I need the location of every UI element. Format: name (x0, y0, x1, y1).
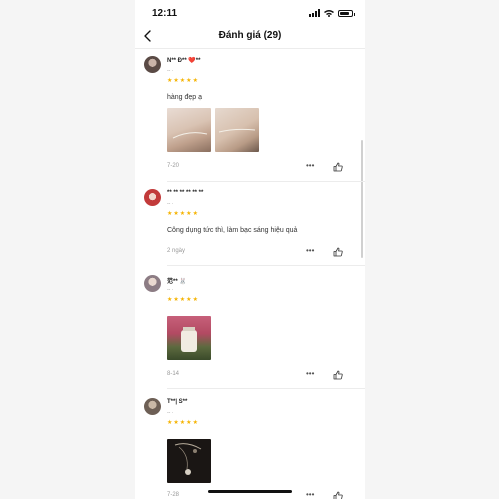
star-icon: ★ (167, 211, 173, 217)
status-time: 12:11 (152, 8, 178, 19)
review-date: 7-20 (167, 163, 180, 169)
review-date: 8-14 (167, 371, 180, 377)
star-icon: ★ (192, 78, 198, 84)
review-photo[interactable] (167, 316, 211, 360)
star-icon: ★ (192, 211, 198, 217)
more-options-button[interactable]: ••• (306, 369, 314, 378)
review-photo[interactable] (167, 108, 211, 152)
thumbs-up-icon[interactable] (333, 162, 343, 172)
rating-stars: ★ ★ ★ ★ ★ (167, 78, 198, 84)
star-icon: ★ (173, 420, 179, 426)
review-text: Công dụng tức thì, làm bạc sáng hiệu quả (167, 227, 298, 234)
reviewer-name: 范** 🐰 (167, 279, 187, 285)
star-icon: ★ (173, 211, 179, 217)
rating-stars: ★ ★ ★ ★ ★ (167, 211, 198, 217)
thumbs-up-icon[interactable] (333, 370, 343, 380)
avatar (144, 189, 161, 206)
reviewer-name: N** Đ** ❤️** (167, 58, 201, 64)
star-icon: ★ (179, 78, 186, 84)
star-icon: ★ (167, 78, 173, 84)
thumbs-up-icon[interactable] (333, 247, 343, 257)
battery-icon (338, 10, 355, 17)
review-photo[interactable] (215, 108, 259, 152)
star-icon: ★ (186, 78, 192, 84)
review-variant: -- · (167, 410, 174, 416)
star-icon: ★ (167, 297, 173, 303)
status-bar: 12:11 (135, 0, 365, 26)
avatar (144, 275, 161, 292)
more-options-button[interactable]: ••• (306, 161, 314, 170)
page-title: Đánh giá (29) (218, 30, 282, 41)
thumbs-up-icon[interactable] (333, 491, 343, 499)
star-icon: ★ (167, 420, 173, 426)
review-text: hàng đẹp ạ (167, 94, 203, 101)
rating-stars: ★ ★ ★ ★ ★ (167, 420, 198, 426)
scrollbar[interactable] (361, 140, 363, 258)
more-options-button[interactable]: ••• (306, 490, 314, 499)
review-date: 2 ngày (167, 248, 186, 254)
cellular-signal-icon (309, 9, 320, 17)
avatar (144, 56, 161, 73)
star-icon: ★ (186, 420, 192, 426)
star-icon: ★ (186, 211, 192, 217)
divider (167, 388, 365, 389)
divider (167, 265, 365, 266)
rating-stars: ★ ★ ★ ★ ★ (167, 297, 198, 303)
star-icon: ★ (192, 297, 198, 303)
app-screen: 12:11 Đánh giá (29) N** Đ** ❤️** -- · ★ … (135, 0, 365, 499)
star-icon: ★ (173, 297, 179, 303)
star-icon: ★ (173, 78, 179, 84)
reviewer-name: ** ** ** ** ** ** (167, 190, 204, 196)
star-icon: ★ (179, 420, 186, 426)
wifi-icon (324, 10, 334, 17)
review-photo[interactable] (167, 439, 211, 483)
reviewer-name: T**| S** (167, 399, 188, 405)
review-variant: -- · (167, 287, 174, 293)
home-indicator[interactable] (208, 490, 292, 493)
status-icons (309, 9, 355, 17)
review-variant: -- · (167, 68, 174, 74)
divider (167, 181, 365, 182)
avatar (144, 398, 161, 415)
more-options-button[interactable]: ••• (306, 246, 314, 255)
star-icon: ★ (179, 211, 186, 217)
star-icon: ★ (192, 420, 198, 426)
star-icon: ★ (179, 297, 186, 303)
review-variant: -- · (167, 201, 174, 207)
nav-bar: Đánh giá (29) (135, 26, 365, 49)
battery-level (340, 12, 349, 15)
review-date: 7-28 (167, 492, 180, 498)
star-icon: ★ (186, 297, 192, 303)
